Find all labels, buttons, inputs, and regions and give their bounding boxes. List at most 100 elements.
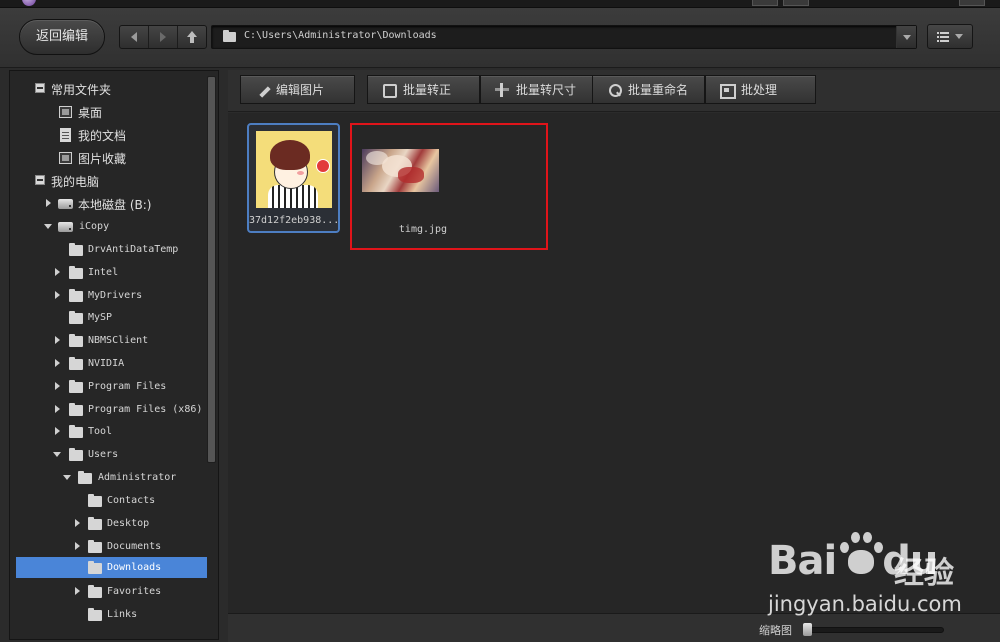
zoom-slider-handle[interactable] [803,623,812,636]
nav-forward-button[interactable] [149,26,178,48]
folder-icon [69,289,83,302]
batch-convert-button[interactable]: 批量转正 [367,75,480,104]
collapse-arrow-icon[interactable] [44,224,52,229]
tree-item-label: Administrator [98,472,177,483]
arrow-right-icon [160,32,166,42]
button-label: 批量重命名 [628,83,689,97]
edit-image-button[interactable]: 编辑图片 [240,75,355,104]
picture-icon [59,152,72,164]
tree-item-label: 我的文档 [78,129,127,143]
tree-item-folder[interactable]: DrvAntiDataTemp [10,239,206,260]
folder-icon [69,448,83,461]
drive-icon [58,222,73,232]
tree-item-folder[interactable]: Favorites [10,581,206,602]
back-to-edit-button[interactable]: 返回编辑 [19,19,105,55]
tree-item-folder[interactable]: Tool [10,421,206,442]
tree-item-folder[interactable]: Administrator [10,467,206,488]
tree-item-folder[interactable]: Links [10,604,206,625]
tree-item-label: NBMSClient [88,335,149,346]
expand-arrow-icon[interactable] [55,382,60,390]
folder-icon [88,517,102,530]
tree-item-my-documents[interactable]: 我的文档 [10,124,206,145]
collapse-arrow-icon[interactable] [63,475,71,480]
folder-icon [69,311,83,324]
tree-item-label: 我的电脑 [51,175,100,189]
view-mode-button[interactable] [927,24,973,49]
tree-item-folder[interactable]: Contacts [10,490,206,511]
action-bar: 编辑图片 批量转正 批量转尺寸 批量重命名 批处理 [228,70,1000,112]
sidebar-scrollbar[interactable] [207,76,216,463]
tree-item-downloads-selected[interactable]: Downloads [16,557,207,578]
expand-arrow-icon[interactable] [55,268,60,276]
status-bar: 缩略图 [228,613,1000,642]
minimize-button[interactable] [752,0,778,6]
tree-item-folder[interactable]: MySP [10,307,206,328]
drive-icon [58,199,73,209]
tree-item-folder[interactable]: Documents [10,536,206,557]
expand-arrow-icon[interactable] [55,336,60,344]
path-bar[interactable]: C:\Users\Administrator\Downloads [211,25,917,49]
tree-item-folder[interactable]: Program Files (x86) [10,399,206,420]
button-label: 批处理 [741,83,778,97]
tree-item-folder[interactable]: NBMSClient [10,330,206,351]
tree-item-folder[interactable]: Intel [10,262,206,283]
desktop-icon [59,106,72,118]
folder-icon [69,243,83,256]
tree-item-desktop[interactable]: 桌面 [10,101,206,122]
tree-item-folder[interactable]: NVIDIA [10,353,206,374]
folder-icon [88,585,102,598]
folder-icon [88,561,102,574]
tree-item-drive-b[interactable]: 本地磁盘 (B:) [10,193,206,214]
folder-icon [69,266,83,279]
thumbnail-area: 37d12f2eb938... timg.jpg [228,113,1000,613]
folder-tree: 常用文件夹 桌面 我的文档 图片收藏 我的电脑 本地磁盘 (B:) iCopy … [9,70,219,640]
expand-arrow-icon[interactable] [55,359,60,367]
thumbnail-image [256,131,332,208]
zoom-slider-track[interactable] [806,627,944,633]
chevron-down-icon [902,34,911,40]
close-button[interactable] [959,0,985,6]
arrow-left-icon [131,32,137,42]
expand-arrow-icon[interactable] [55,291,60,299]
button-label: 编辑图片 [276,83,325,97]
file-thumbnail[interactable]: 37d12f2eb938... [247,123,340,233]
tree-item-label: Contacts [107,495,156,506]
nav-up-button[interactable] [178,26,206,48]
tree-item-label: MyDrivers [88,290,143,301]
collapse-arrow-icon[interactable] [53,452,61,457]
tree-item-folder[interactable]: Program Files [10,376,206,397]
tree-item-label: Intel [88,267,119,278]
batch-process-button[interactable]: 批处理 [705,75,816,104]
tree-item-folder[interactable]: MyDrivers [10,285,206,306]
folder-icon [88,494,102,507]
tree-item-folder[interactable]: Users [10,444,206,465]
tree-item-label: Downloads [107,562,162,573]
collapse-toggle-icon[interactable] [35,83,45,93]
tree-item-my-computer[interactable]: 我的电脑 [10,170,206,191]
tree-item-label: 本地磁盘 (B:) [78,198,152,212]
tree-item-label: Tool [88,426,113,437]
tree-item-icopy[interactable]: iCopy [10,216,206,237]
tree-item-pictures[interactable]: 图片收藏 [10,147,206,168]
expand-arrow-icon[interactable] [55,405,60,413]
expand-arrow-icon[interactable] [75,542,80,550]
tree-item-folder[interactable]: Desktop [10,513,206,534]
tree-item-favorites-group[interactable]: 常用文件夹 [10,78,206,99]
expand-arrow-icon[interactable] [46,199,51,207]
batch-resize-button[interactable]: 批量转尺寸 [480,75,593,104]
collapse-toggle-icon[interactable] [35,175,45,185]
restore-button[interactable] [783,0,809,6]
arrow-up-icon [187,31,197,43]
batch-rename-button[interactable]: 批量重命名 [592,75,705,104]
path-dropdown-button[interactable] [896,26,916,48]
chevron-down-icon [955,34,963,39]
nav-back-button[interactable] [120,26,149,48]
expand-arrow-icon[interactable] [75,519,80,527]
expand-arrow-icon[interactable] [75,587,80,595]
tree-item-label: iCopy [79,221,110,232]
expand-arrow-icon[interactable] [55,427,60,435]
toolbar: 返回编辑 C:\Users\Administrator\Downloads [0,8,1000,68]
file-thumbnail-highlighted[interactable]: timg.jpg [350,123,548,250]
folder-icon [88,540,102,553]
button-label: 批量转正 [403,83,452,97]
